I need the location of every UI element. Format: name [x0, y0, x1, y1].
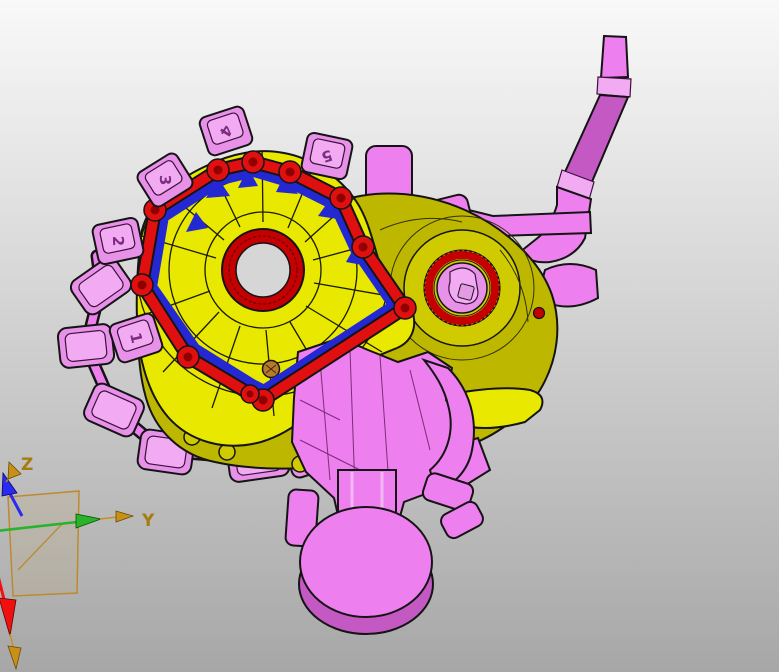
center-bore-seal[interactable]	[222, 229, 304, 311]
bolt-2[interactable]: 2	[91, 217, 144, 266]
bolt-5[interactable]: 5	[300, 132, 353, 181]
bolt-3-number: 3	[156, 174, 174, 185]
side-seal-dot	[534, 308, 545, 319]
cad-viewport[interactable]: Y Z	[0, 0, 779, 672]
axis-z-label: Z	[21, 455, 33, 475]
axis-y-label: Y	[141, 511, 155, 531]
bolt-2-number: 2	[109, 235, 127, 246]
